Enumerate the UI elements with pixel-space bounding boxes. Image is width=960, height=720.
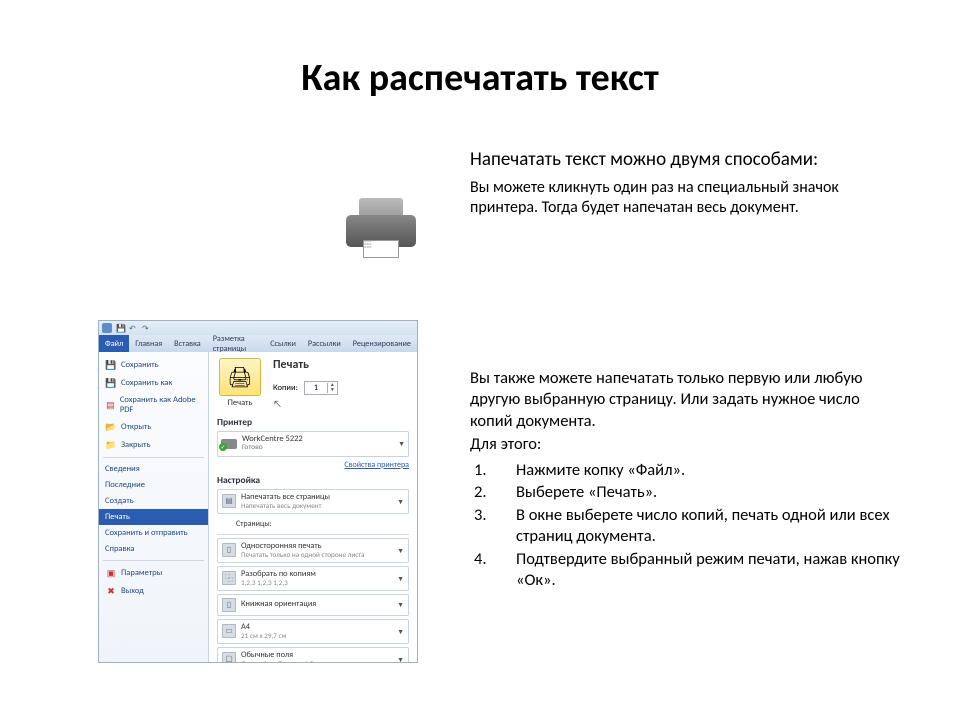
tab-review[interactable]: Рецензирование — [347, 335, 417, 352]
step-row: 3.В окне выберете число копий, печать од… — [470, 505, 900, 548]
save-as-icon: 💾 — [105, 377, 117, 389]
tab-home[interactable]: Главная — [129, 335, 168, 352]
nav-save-pdf[interactable]: ▤Сохранить как Adobe PDF — [99, 392, 208, 418]
nav-save[interactable]: 💾Сохранить — [99, 356, 208, 374]
intro-block: Напечатать текст можно двумя способами: … — [470, 148, 885, 218]
setting-pages[interactable]: ▤ Напечатать все страницы Напечатать вес… — [217, 489, 409, 514]
setting-paper[interactable]: ▭ A4 21 см x 29,7 см ▼ — [217, 619, 409, 644]
chevron-down-icon: ▼ — [397, 574, 404, 583]
pages-icon: ▤ — [222, 494, 236, 508]
backstage-nav: 💾Сохранить 💾Сохранить как ▤Сохранить как… — [99, 352, 209, 662]
setting-orientation[interactable]: ▯ Книжная ориентация ▼ — [217, 594, 409, 616]
exit-icon: ✖ — [105, 585, 117, 597]
tab-references[interactable]: Ссылки — [264, 335, 302, 352]
intro-body: Вы можете кликнуть один раз на специальн… — [470, 178, 885, 218]
redo-icon[interactable]: ↷ — [142, 324, 151, 333]
setting-sides[interactable]: ▯ Односторонняя печать Печатать только н… — [217, 538, 409, 563]
print-button[interactable]: 🖨 Печать — [217, 358, 263, 408]
nav-save-as[interactable]: 💾Сохранить как — [99, 374, 208, 392]
page-title: Как распечатать текст — [0, 0, 960, 101]
close-icon: 📁 — [105, 439, 117, 451]
chevron-down-icon: ▼ — [397, 546, 404, 555]
printer-icon: 🖨 — [227, 365, 252, 390]
print-panel: 🖨 Печать Печать Копии: 1 ▲▼ ↖ Принтер — [209, 352, 417, 662]
instructions-block: Вы также можете напечатать только первую… — [470, 368, 900, 592]
chevron-down-icon: ▼ — [397, 627, 404, 636]
nav-help[interactable]: Справка — [99, 541, 208, 557]
pdf-icon: ▤ — [105, 399, 116, 411]
chevron-down-icon: ▼ — [397, 600, 404, 609]
chevron-down-icon: ▼ — [398, 439, 405, 448]
chevron-down-icon: ▼ — [397, 497, 404, 506]
nav-close[interactable]: 📁Закрыть — [99, 436, 208, 454]
save-icon: 💾 — [105, 359, 117, 371]
copies-label: Копии: — [273, 383, 298, 393]
copies-value: 1 — [305, 383, 327, 393]
printer-selector[interactable]: ✓ WorkCentre 5222 Готово ▼ — [217, 431, 409, 457]
intro-heading: Напечатать текст можно двумя способами: — [470, 148, 885, 172]
tab-layout[interactable]: Разметка страницы — [207, 335, 264, 352]
undo-icon[interactable]: ↶ — [129, 324, 138, 333]
instr-p2: Для этого: — [470, 434, 900, 455]
one-sided-icon: ▯ — [222, 543, 236, 557]
word-app-icon — [102, 323, 112, 333]
setting-collate[interactable]: ⿻ Разобрать по копиям 1,2,3 1,2,3 1,2,3 … — [217, 566, 409, 591]
nav-recent[interactable]: Последние — [99, 477, 208, 493]
print-heading: Печать — [273, 358, 338, 372]
printer-section-title: Принтер — [217, 416, 409, 428]
printer-status: Готово — [242, 444, 393, 452]
nav-info[interactable]: Сведения — [99, 461, 208, 477]
nav-open[interactable]: 📂Открыть — [99, 418, 208, 436]
nav-print[interactable]: Печать — [99, 509, 208, 525]
instr-p1: Вы также можете напечатать только первую… — [470, 368, 900, 432]
save-icon[interactable]: 💾 — [116, 324, 125, 333]
ribbon-tabs: Файл Главная Вставка Разметка страницы С… — [99, 335, 417, 352]
step-row: 1.Нажмите копку «Файл». — [470, 460, 900, 481]
settings-section-title: Настройка — [217, 474, 409, 486]
chevron-down-icon: ▼ — [397, 655, 404, 662]
margins-icon: ▢ — [222, 652, 236, 662]
printer-illustration-icon: ========= — [340, 190, 422, 272]
cursor-icon: ↖ — [273, 397, 338, 410]
word-print-screenshot: 💾 ↶ ↷ Файл Главная Вставка Разметка стра… — [98, 320, 418, 663]
tab-mailings[interactable]: Рассылки — [302, 335, 347, 352]
tab-file[interactable]: Файл — [99, 335, 129, 352]
printer-properties-link[interactable]: Свойства принтера — [217, 460, 409, 470]
portrait-icon: ▯ — [222, 598, 236, 612]
down-arrow-icon[interactable]: ▼ — [330, 388, 335, 393]
tab-insert[interactable]: Вставка — [168, 335, 207, 352]
step-row: 4.Подтвердите выбранный режим печати, на… — [470, 549, 900, 592]
nav-share[interactable]: Сохранить и отправить — [99, 525, 208, 541]
options-icon: ▣ — [105, 567, 117, 579]
copies-spinner[interactable]: 1 ▲▼ — [304, 381, 338, 395]
open-icon: 📂 — [105, 421, 117, 433]
printer-status-icon: ✓ — [221, 437, 237, 451]
pages-field-label: Страницы: — [217, 517, 409, 531]
printer-name: WorkCentre 5222 — [242, 435, 393, 444]
nav-options[interactable]: ▣Параметры — [99, 564, 208, 582]
collate-icon: ⿻ — [222, 571, 236, 585]
nav-exit[interactable]: ✖Выход — [99, 582, 208, 600]
setting-margins[interactable]: ▢ Обычные поля Левое: 3 см Правое: 1,5 с… — [217, 647, 409, 662]
nav-new[interactable]: Создать — [99, 493, 208, 509]
paper-icon: ▭ — [222, 624, 236, 638]
step-row: 2.Выберете «Печать». — [470, 482, 900, 503]
